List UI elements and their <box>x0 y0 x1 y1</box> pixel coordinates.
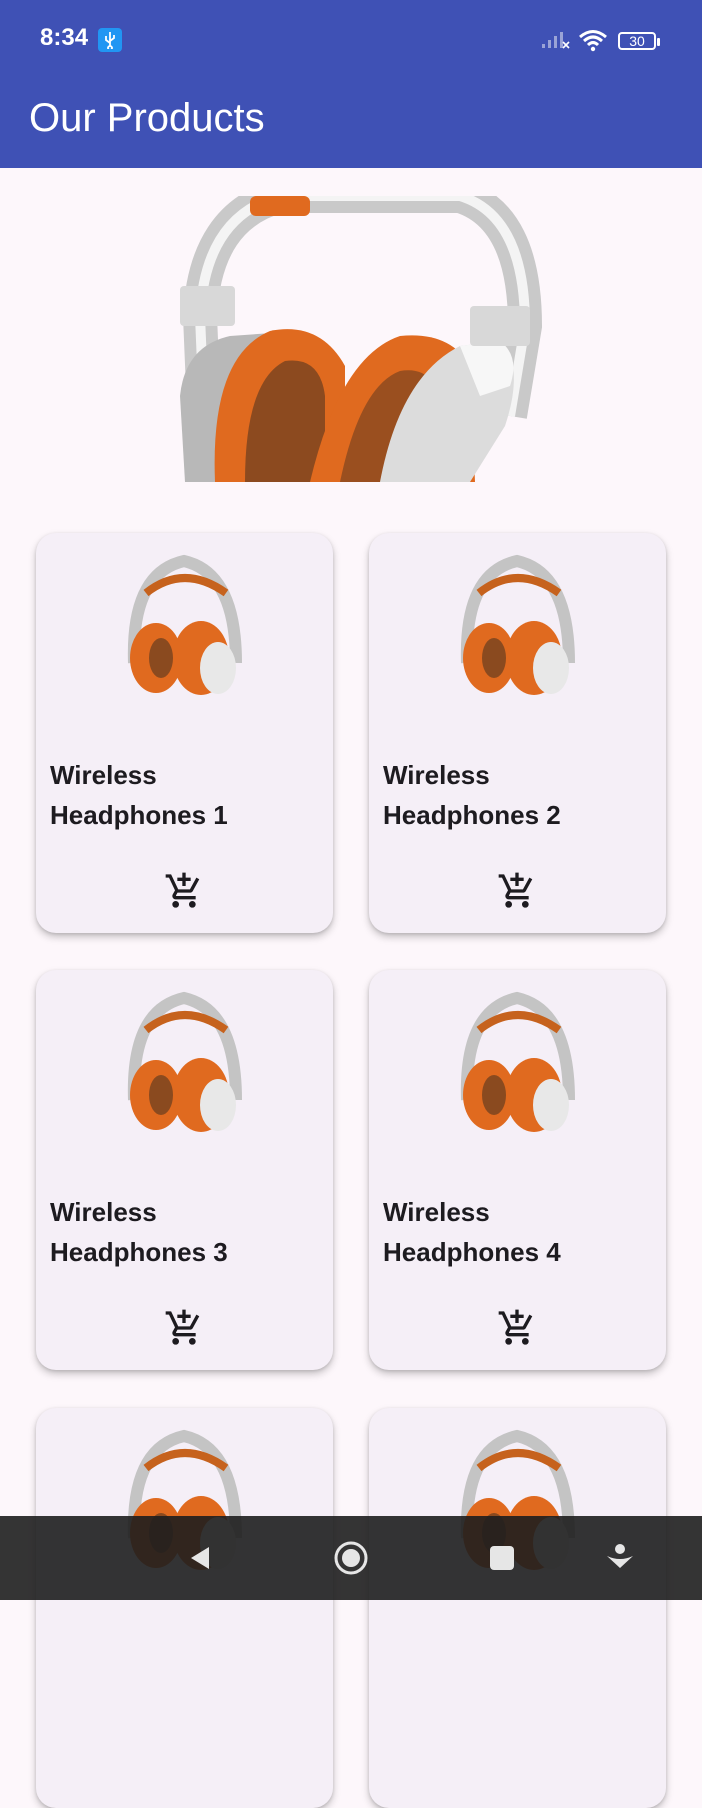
recents-icon <box>490 1546 514 1570</box>
battery-level: 30 <box>629 33 645 49</box>
add-to-cart-button[interactable] <box>156 863 212 919</box>
home-icon <box>334 1541 368 1575</box>
app-bar: Our Products <box>0 80 702 168</box>
system-nav-bar <box>0 1516 702 1600</box>
add-to-cart-icon <box>498 872 533 908</box>
assist-icon <box>607 1544 633 1568</box>
product-card[interactable]: Wireless Headphones 3 <box>36 970 333 1370</box>
page-title: Our Products <box>29 96 265 140</box>
add-to-cart-icon <box>165 872 200 908</box>
add-to-cart-button[interactable] <box>156 1300 212 1356</box>
add-to-cart-icon <box>165 1309 200 1345</box>
product-title: Wireless Headphones 1 <box>50 760 228 830</box>
product-title: Wireless Headphones 2 <box>383 760 561 830</box>
add-to-cart-button[interactable] <box>489 1300 545 1356</box>
add-to-cart-icon <box>498 1309 533 1345</box>
add-to-cart-button[interactable] <box>489 863 545 919</box>
headphones-image <box>127 554 242 695</box>
headphones-image <box>127 991 242 1132</box>
product-card[interactable] <box>369 1408 666 1808</box>
product-title: Wireless Headphones 4 <box>383 1197 561 1267</box>
back-button[interactable] <box>180 1538 220 1578</box>
back-icon <box>191 1547 209 1569</box>
battery-icon: 30 <box>618 32 660 50</box>
headphones-image <box>460 991 575 1132</box>
recents-button[interactable] <box>482 1538 522 1578</box>
assist-button[interactable] <box>600 1538 640 1578</box>
product-card[interactable]: Wireless Headphones 1 <box>36 533 333 933</box>
hero-banner <box>0 196 702 482</box>
status-time: 8:34 <box>40 24 89 51</box>
wifi-icon <box>578 28 608 57</box>
headphones-hero-image <box>0 196 702 482</box>
product-card[interactable]: Wireless Headphones 2 <box>369 533 666 933</box>
usb-icon <box>98 28 122 52</box>
product-title: Wireless Headphones 3 <box>50 1197 228 1267</box>
product-card[interactable] <box>36 1408 333 1808</box>
signal-icon <box>540 30 570 55</box>
product-card[interactable]: Wireless Headphones 4 <box>369 970 666 1370</box>
headphones-image <box>460 554 575 695</box>
status-bar: 8:34 30 <box>0 0 702 80</box>
home-button[interactable] <box>331 1538 371 1578</box>
